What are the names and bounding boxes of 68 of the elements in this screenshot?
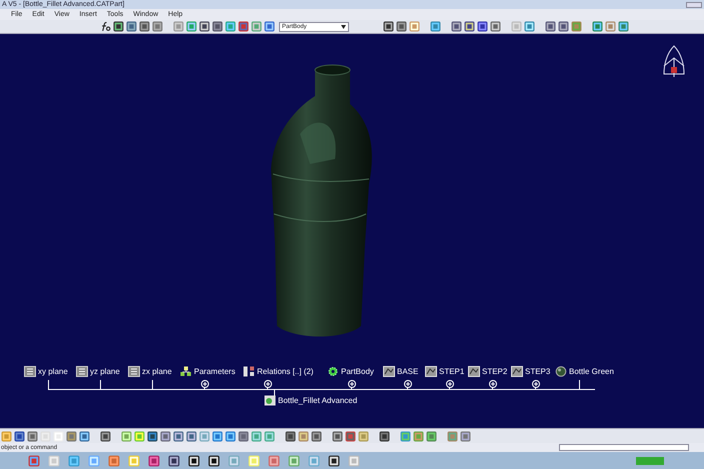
tool-icon[interactable] bbox=[396, 21, 407, 32]
tool-icon[interactable] bbox=[477, 21, 488, 32]
relations-icon bbox=[243, 366, 255, 377]
tool-icon[interactable] bbox=[139, 21, 150, 32]
tool-icon[interactable] bbox=[14, 430, 25, 442]
tree-node-label[interactable]: PartBody bbox=[341, 368, 374, 376]
tool-icon[interactable] bbox=[451, 21, 462, 32]
expand-icon[interactable] bbox=[264, 380, 272, 388]
tool-icon[interactable] bbox=[383, 21, 394, 32]
taskbar-app-icon[interactable] bbox=[188, 454, 200, 466]
expand-icon[interactable] bbox=[532, 380, 540, 388]
tree-node-label[interactable]: zx plane bbox=[142, 368, 172, 376]
command-field[interactable] bbox=[559, 444, 689, 451]
sketch-icon bbox=[468, 366, 480, 377]
tool-icon[interactable] bbox=[100, 430, 111, 442]
taskbar-app-icon[interactable] bbox=[208, 454, 220, 466]
tool-icon[interactable] bbox=[379, 430, 390, 442]
expand-icon[interactable] bbox=[201, 380, 209, 388]
part-icon bbox=[264, 395, 276, 406]
tree-node-label[interactable]: Relations [..] (2) bbox=[257, 368, 314, 376]
tool-icon[interactable] bbox=[464, 21, 475, 32]
expand-icon[interactable] bbox=[446, 380, 454, 388]
gear-icon bbox=[327, 366, 339, 377]
tool-icon[interactable] bbox=[186, 430, 197, 442]
tool-icon[interactable] bbox=[332, 430, 343, 442]
tree-node-label[interactable]: Bottle Green bbox=[569, 368, 614, 376]
tool-icon[interactable] bbox=[311, 430, 322, 442]
sketch-icon bbox=[383, 366, 395, 377]
tool-icon[interactable] bbox=[545, 21, 556, 32]
expand-icon[interactable] bbox=[404, 380, 412, 388]
tool-icon[interactable] bbox=[285, 430, 296, 442]
tree-node-label[interactable]: BASE bbox=[397, 368, 418, 376]
parameters-icon bbox=[180, 366, 192, 377]
tree-node-label[interactable]: Parameters bbox=[194, 368, 236, 376]
tool-icon[interactable] bbox=[199, 21, 210, 32]
plane-icon bbox=[24, 366, 36, 377]
tool-icon[interactable] bbox=[212, 21, 223, 32]
sketch-icon bbox=[425, 366, 437, 377]
tool-icon[interactable] bbox=[126, 21, 137, 32]
tool-icon[interactable] bbox=[160, 430, 171, 442]
tool-icon[interactable] bbox=[238, 21, 249, 32]
expand-icon[interactable] bbox=[489, 380, 497, 388]
tool-icon[interactable] bbox=[173, 430, 184, 442]
tool-icon[interactable] bbox=[79, 430, 90, 442]
tool-icon[interactable] bbox=[264, 21, 275, 32]
tool-icon[interactable] bbox=[27, 430, 38, 442]
tree-node-label[interactable]: STEP3 bbox=[525, 368, 550, 376]
taskbar-app-icon[interactable] bbox=[328, 454, 340, 466]
formula-icon[interactable] bbox=[100, 21, 111, 32]
compass-drawing[interactable] bbox=[661, 44, 687, 78]
plane-icon bbox=[76, 366, 88, 377]
expand-icon[interactable] bbox=[348, 380, 356, 388]
tree-node-label[interactable]: STEP1 bbox=[439, 368, 464, 376]
tool-icon[interactable] bbox=[113, 21, 124, 32]
tree-root-label[interactable]: Bottle_Fillet Advanced bbox=[278, 396, 358, 404]
tree-node-label[interactable]: yz plane bbox=[90, 368, 120, 376]
tree-node-label[interactable]: STEP2 bbox=[482, 368, 508, 376]
tool-icon[interactable] bbox=[147, 430, 158, 442]
sphere-icon bbox=[555, 366, 567, 377]
tool-icon[interactable] bbox=[238, 430, 249, 442]
tree-node-label[interactable]: xy plane bbox=[38, 368, 68, 376]
tool-icon[interactable] bbox=[345, 430, 356, 442]
tool-icon[interactable] bbox=[490, 21, 501, 32]
tool-icon[interactable] bbox=[558, 21, 569, 32]
taskbar-app-icon[interactable] bbox=[168, 454, 180, 466]
plane-icon bbox=[128, 366, 140, 377]
sketch-icon bbox=[511, 366, 523, 377]
caret-icon bbox=[341, 24, 346, 28]
